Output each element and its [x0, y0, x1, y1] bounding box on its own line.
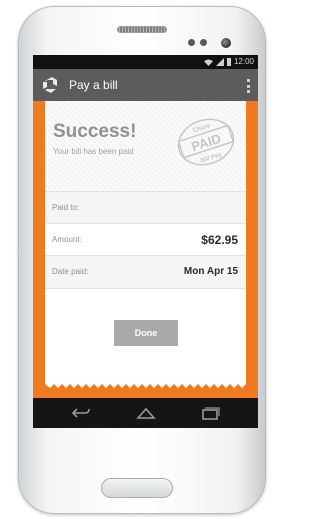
- receipt-torn-edge: [45, 382, 246, 388]
- detail-row-amount: Amount: $62.95: [45, 223, 246, 256]
- paid-stamp: Chase PAID Bill Pay: [177, 118, 235, 166]
- status-bar: 12:00: [33, 55, 258, 69]
- wifi-icon: [203, 59, 213, 66]
- detail-row-date: Date paid: Mon Apr 15: [45, 255, 246, 289]
- chase-logo-icon[interactable]: [40, 76, 60, 94]
- battery-icon: [226, 58, 231, 66]
- success-title: Success!: [53, 121, 137, 142]
- phone-screen: 12:00 Pay a bill Success! Your bill has …: [33, 55, 258, 428]
- done-button[interactable]: Done: [114, 320, 178, 346]
- recent-apps-icon[interactable]: [200, 405, 220, 421]
- amount-label: Amount:: [52, 235, 82, 244]
- earpiece-speaker: [117, 26, 167, 33]
- stamp-bottom-text: Bill Pay: [200, 152, 223, 165]
- content-area: Success! Your bill has been paid Chase P…: [33, 101, 258, 426]
- signal-icon: [215, 58, 224, 66]
- light-sensor: [200, 39, 207, 46]
- front-camera: [221, 38, 231, 48]
- home-icon[interactable]: [136, 405, 156, 421]
- success-subtitle: Your bill has been paid: [53, 147, 134, 156]
- status-time: 12:00: [233, 57, 254, 66]
- physical-home-button[interactable]: [101, 478, 173, 498]
- amount-value: $62.95: [201, 233, 238, 247]
- proximity-sensor: [188, 39, 195, 46]
- stamp-top-text: Chase: [192, 123, 212, 134]
- overflow-menu-icon[interactable]: [247, 79, 250, 93]
- date-paid-value: Mon Apr 15: [183, 266, 238, 277]
- back-icon[interactable]: [71, 405, 91, 421]
- detail-row-paid-to: Paid to:: [45, 191, 246, 224]
- receipt-card: Success! Your bill has been paid Chase P…: [45, 101, 246, 384]
- navigation-bar: [33, 398, 258, 428]
- date-paid-label: Date paid:: [52, 267, 89, 276]
- app-bar: Pay a bill: [33, 69, 258, 101]
- app-title: Pay a bill: [69, 78, 118, 92]
- paid-to-label: Paid to:: [52, 203, 80, 212]
